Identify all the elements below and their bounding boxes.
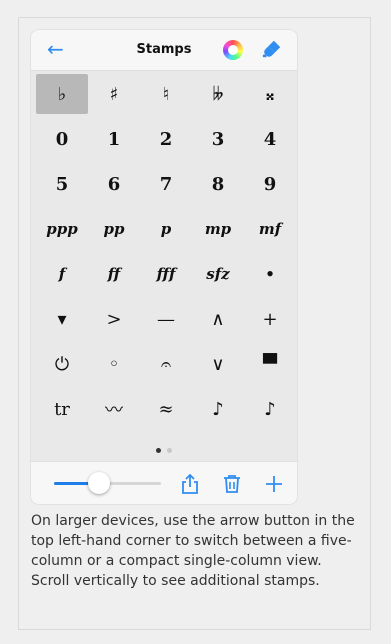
stamp-glyph: 𝄪 xyxy=(265,83,275,105)
stamp-glyph: 𝄫 xyxy=(212,83,224,105)
stamp-glyph: ♪ xyxy=(264,398,276,420)
stamp-glyph: 1 xyxy=(107,128,121,150)
stamp-cell[interactable]: 1 xyxy=(88,119,140,159)
stamp-cell[interactable]: 𝄪 xyxy=(244,74,296,114)
slider-thumb[interactable] xyxy=(87,472,110,494)
stamp-glyph: ▾ xyxy=(57,308,67,330)
stamp-cell[interactable]: f xyxy=(36,254,88,294)
stamp-cell[interactable]: ▾ xyxy=(36,299,88,339)
stamp-glyph: + xyxy=(262,308,278,330)
stamp-grid: ♭ ♯ ♮ 𝄫 𝄪 0 1 2 3 4 5 6 7 8 9 ppp pp p mp mf f ff fff sfz • ▾ > — ∧ +… xyxy=(31,71,297,439)
stamp-cell[interactable]: 9 xyxy=(244,164,296,204)
stamp-glyph: ♪ xyxy=(212,398,224,420)
stamp-glyph: > xyxy=(106,308,122,330)
stamp-glyph: 7 xyxy=(159,173,173,195)
plus-icon[interactable] xyxy=(262,472,286,496)
stamp-cell[interactable]: tr xyxy=(36,389,88,429)
stamp-glyph: 4 xyxy=(263,128,277,150)
paint-brush-icon[interactable] xyxy=(261,38,283,60)
stamp-glyph: mp xyxy=(204,220,232,238)
stamp-glyph: ≈ xyxy=(158,398,174,420)
stamp-cell[interactable]: mp xyxy=(192,209,244,249)
stamp-cell[interactable]: ◦ xyxy=(88,344,140,384)
stamp-glyph: ppp xyxy=(46,220,78,238)
stamp-cell[interactable]: 𝄐 xyxy=(140,344,192,384)
stamp-glyph: 3 xyxy=(211,128,225,150)
stamp-glyph: fff xyxy=(156,265,176,283)
stamp-cell[interactable]: ff xyxy=(88,254,140,294)
page-indicator[interactable] xyxy=(31,439,297,461)
stamp-glyph: ♭ xyxy=(57,83,67,105)
stamp-cell[interactable]: 6 xyxy=(88,164,140,204)
stamp-cell[interactable]: 7 xyxy=(140,164,192,204)
stamp-cell[interactable]: 8 xyxy=(192,164,244,204)
card: ← Stamps ♭ ♯ ♮ 𝄫 𝄪 0 1 2 3 4 5 6 7 8 9 ppp pp p mp mf f ff fff… xyxy=(0,0,391,644)
stamp-glyph: 6 xyxy=(107,173,121,195)
stamp-cell[interactable]: 4 xyxy=(244,119,296,159)
stamp-cell[interactable]: ♪ xyxy=(244,389,296,429)
stamp-cell[interactable]: ♯ xyxy=(88,74,140,114)
stamp-cell[interactable]: 0 xyxy=(36,119,88,159)
stamp-cell[interactable]: pp xyxy=(88,209,140,249)
stamp-glyph: mf xyxy=(258,220,282,238)
size-slider[interactable] xyxy=(54,472,161,494)
stamp-glyph: sfz xyxy=(206,265,230,283)
stamp-glyph: ∨ xyxy=(211,353,225,375)
stamp-cell[interactable]: ∨ xyxy=(192,344,244,384)
share-icon[interactable] xyxy=(178,472,202,496)
stamp-cell[interactable]: ▀ xyxy=(244,344,296,384)
stamp-cell[interactable]: 5 xyxy=(36,164,88,204)
stamp-glyph: ⏻ xyxy=(54,353,70,375)
stamp-cell[interactable]: ∧ xyxy=(192,299,244,339)
stamp-glyph: ff xyxy=(107,265,121,283)
stamp-glyph: 𝄐 xyxy=(160,353,171,375)
stamp-glyph: f xyxy=(58,265,66,283)
stamp-glyph: — xyxy=(157,308,175,330)
stamp-cell[interactable]: sfz xyxy=(192,254,244,294)
stamp-cell[interactable]: — xyxy=(140,299,192,339)
stamp-cell[interactable]: ⏻ xyxy=(36,344,88,384)
stamp-glyph: 5 xyxy=(55,173,69,195)
stamp-glyph: ♮ xyxy=(162,83,170,105)
stamp-glyph: 〰 xyxy=(105,400,123,421)
stamp-glyph: ∧ xyxy=(211,308,225,330)
page-dot xyxy=(156,447,161,453)
stamp-cell[interactable]: mf xyxy=(244,209,296,249)
stamp-cell[interactable]: ♭ xyxy=(36,74,88,114)
stamp-glyph: pp xyxy=(103,220,125,238)
stamp-glyph: ◦ xyxy=(108,353,120,375)
stamp-cell[interactable]: fff xyxy=(140,254,192,294)
stamp-glyph: • xyxy=(265,265,275,283)
stamp-glyph: 8 xyxy=(211,173,225,195)
stamp-cell[interactable]: p xyxy=(140,209,192,249)
stamp-cell[interactable]: 2 xyxy=(140,119,192,159)
stamp-cell[interactable]: ♮ xyxy=(140,74,192,114)
stamp-glyph: ▀ xyxy=(263,353,277,375)
stamp-cell[interactable]: 3 xyxy=(192,119,244,159)
stamp-cell[interactable]: + xyxy=(244,299,296,339)
stamp-glyph: 2 xyxy=(159,128,173,150)
page-title: Stamps xyxy=(136,42,192,57)
stamp-glyph: 0 xyxy=(55,128,69,150)
bottom-toolbar xyxy=(31,461,297,504)
stamp-glyph: 9 xyxy=(263,173,277,195)
stamp-glyph: tr xyxy=(54,398,70,420)
stamp-cell[interactable]: • xyxy=(244,254,296,294)
trash-icon[interactable] xyxy=(220,472,244,496)
page-dot xyxy=(167,447,172,453)
stamps-panel: ← Stamps ♭ ♯ ♮ 𝄫 𝄪 0 1 2 3 4 5 6 7 8 9 ppp pp p mp mf f ff fff… xyxy=(31,30,297,504)
stamp-cell[interactable]: ♪ xyxy=(192,389,244,429)
color-wheel-icon[interactable] xyxy=(223,40,243,60)
stamp-cell[interactable]: ≈ xyxy=(140,389,192,429)
stamp-cell[interactable]: 𝄫 xyxy=(192,74,244,114)
stamp-glyph: p xyxy=(160,220,172,238)
stamp-cell[interactable]: ppp xyxy=(36,209,88,249)
caption-text: On larger devices, use the arrow button … xyxy=(31,513,355,589)
stamp-cell[interactable]: 〰 xyxy=(88,389,140,429)
nav-bar: ← Stamps xyxy=(31,30,297,71)
stamp-glyph: ♯ xyxy=(109,83,119,105)
stamp-cell[interactable]: > xyxy=(88,299,140,339)
